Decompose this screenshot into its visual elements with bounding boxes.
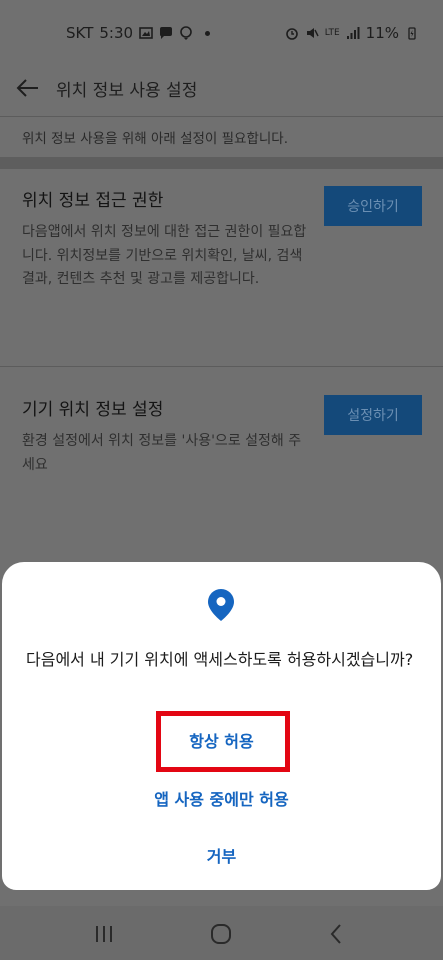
time-label: 5:30 xyxy=(99,24,134,42)
back-arrow-icon[interactable] xyxy=(14,74,42,102)
navigation-bar xyxy=(0,906,443,960)
location-pin-icon xyxy=(208,589,234,621)
section-separator xyxy=(0,157,443,169)
battery-label: 11% xyxy=(365,24,399,42)
location-permission-dialog: 다음에서 내 기기 위치에 액세스하도록 허용하시겠습니까? 항상 허용 앱 사… xyxy=(2,562,441,890)
app-bar: 위치 정보 사용 설정 xyxy=(0,66,443,112)
gallery-icon xyxy=(139,27,153,39)
device-location-description: 환경 설정에서 위치 정보를 '사용'으로 설정해 주세요 xyxy=(22,433,302,473)
alarm-icon xyxy=(285,28,298,40)
settings-button[interactable]: 설정하기 xyxy=(324,395,422,435)
allow-while-using-button[interactable]: 앱 사용 중에만 허용 xyxy=(2,786,441,810)
page-title: 위치 정보 사용 설정 xyxy=(56,81,198,101)
approve-button[interactable]: 승인하기 xyxy=(324,186,422,226)
location-permission-section: 위치 정보 접근 권한 다음앱에서 위치 정보에 대한 접근 권한이 필요합니다… xyxy=(22,186,422,292)
header-divider xyxy=(0,116,443,117)
status-bar: SKT 5:30 LTE 11% xyxy=(0,0,443,66)
battery-charging-icon xyxy=(408,27,416,40)
location-ring-icon xyxy=(180,26,192,40)
highlight-box xyxy=(156,711,290,772)
chat-icon xyxy=(160,27,173,39)
back-icon[interactable] xyxy=(325,922,349,946)
status-left: SKT 5:30 xyxy=(66,24,211,42)
device-location-section: 기기 위치 정보 설정 환경 설정에서 위치 정보를 '사용'으로 설정해 주세… xyxy=(22,395,422,477)
deny-button[interactable]: 거부 xyxy=(2,843,441,867)
mute-icon xyxy=(306,28,319,38)
status-right: LTE 11% xyxy=(285,24,419,42)
carrier-label: SKT xyxy=(66,24,94,42)
location-permission-description: 다음앱에서 위치 정보에 대한 접근 권한이 필요합니다. 위치정보를 기반으로… xyxy=(22,224,307,287)
recent-apps-icon[interactable] xyxy=(92,922,116,946)
notification-dot xyxy=(205,30,211,36)
block-divider xyxy=(0,366,443,367)
settings-notice: 위치 정보 사용을 위해 아래 설정이 필요합니다. xyxy=(22,131,289,147)
network-label: LTE xyxy=(324,28,340,38)
dialog-message: 다음에서 내 기기 위치에 액세스하도록 허용하시겠습니까? xyxy=(26,650,414,669)
home-icon[interactable] xyxy=(209,922,233,946)
signal-icon xyxy=(346,27,360,39)
